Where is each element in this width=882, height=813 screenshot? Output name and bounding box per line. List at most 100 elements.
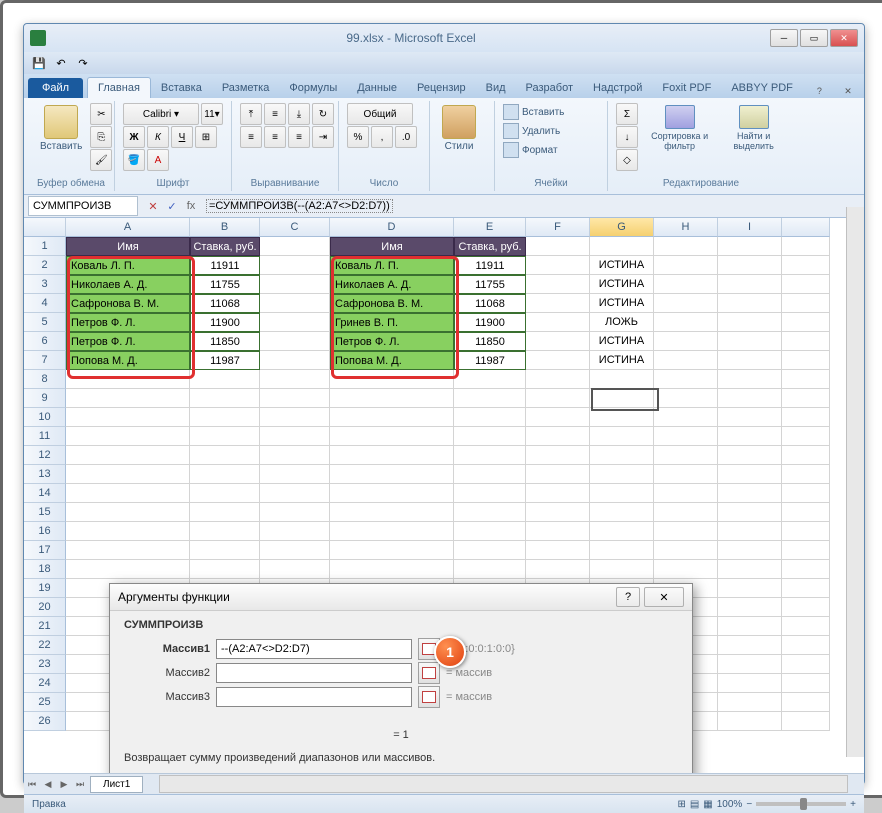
cell[interactable]: [260, 275, 330, 294]
format-painter-icon[interactable]: 🖌: [90, 149, 112, 171]
tab-foxit[interactable]: Foxit PDF: [652, 78, 721, 98]
tab-developer[interactable]: Разработ: [516, 78, 583, 98]
dialog-close-icon[interactable]: ✕: [644, 587, 684, 607]
tab-insert[interactable]: Вставка: [151, 78, 212, 98]
row-header-14[interactable]: 14: [24, 484, 66, 503]
cell[interactable]: [782, 313, 830, 332]
cell[interactable]: [260, 522, 330, 541]
row-header-6[interactable]: 6: [24, 332, 66, 351]
cell-name-right[interactable]: Гринев В. П.: [330, 313, 454, 332]
tab-formulas[interactable]: Формулы: [279, 78, 347, 98]
cell[interactable]: [782, 389, 830, 408]
cell-rate-left[interactable]: 11900: [190, 313, 260, 332]
cell[interactable]: [718, 503, 782, 522]
cell[interactable]: [526, 503, 590, 522]
cancel-formula-icon[interactable]: ✕: [144, 197, 162, 215]
cell[interactable]: [654, 503, 718, 522]
cell[interactable]: [454, 427, 526, 446]
cell[interactable]: [190, 503, 260, 522]
row-header-25[interactable]: 25: [24, 693, 66, 712]
cell[interactable]: [718, 522, 782, 541]
cell[interactable]: [782, 446, 830, 465]
formula-input[interactable]: =СУММПРОИЗВ(--(A2:A7<>D2:D7)): [202, 199, 864, 213]
cell[interactable]: [718, 313, 782, 332]
cell[interactable]: [260, 484, 330, 503]
cell-result[interactable]: ИСТИНА: [590, 351, 654, 370]
cell[interactable]: [782, 655, 830, 674]
font-color-icon[interactable]: A: [147, 149, 169, 171]
cell[interactable]: [66, 465, 190, 484]
cell[interactable]: [454, 389, 526, 408]
cell[interactable]: [718, 294, 782, 313]
cell[interactable]: [654, 332, 718, 351]
cell[interactable]: [526, 256, 590, 275]
cell[interactable]: [782, 237, 830, 256]
cell[interactable]: [526, 446, 590, 465]
cell[interactable]: [590, 484, 654, 503]
cell[interactable]: [66, 370, 190, 389]
cell[interactable]: [782, 579, 830, 598]
view-layout-icon[interactable]: ▤: [690, 799, 699, 810]
row-header-13[interactable]: 13: [24, 465, 66, 484]
align-left-icon[interactable]: ≡: [240, 126, 262, 148]
cell[interactable]: [782, 560, 830, 579]
tab-file[interactable]: Файл: [28, 78, 83, 98]
cell-rate-right[interactable]: 11911: [454, 256, 526, 275]
cell[interactable]: [260, 351, 330, 370]
cell[interactable]: [590, 503, 654, 522]
cell-rate-right[interactable]: 11068: [454, 294, 526, 313]
cell[interactable]: [590, 408, 654, 427]
dialog-help-icon[interactable]: ?: [616, 587, 640, 607]
insert-cells-button[interactable]: Вставить: [503, 103, 564, 121]
row-header-16[interactable]: 16: [24, 522, 66, 541]
row-header-20[interactable]: 20: [24, 598, 66, 617]
cell[interactable]: [66, 484, 190, 503]
cell[interactable]: [330, 427, 454, 446]
row-header-15[interactable]: 15: [24, 503, 66, 522]
cell-result[interactable]: ЛОЖЬ: [590, 313, 654, 332]
row-header-2[interactable]: 2: [24, 256, 66, 275]
zoom-slider[interactable]: [756, 802, 846, 806]
align-top-icon[interactable]: ⤒: [240, 103, 262, 125]
help-icon[interactable]: ?: [811, 84, 827, 98]
cell[interactable]: [526, 370, 590, 389]
sheet-nav-first-icon[interactable]: ⏮: [24, 776, 40, 792]
cell[interactable]: [718, 389, 782, 408]
worksheet[interactable]: ABCDEFGHI1ИмяСтавка, руб.ИмяСтавка, руб.…: [24, 218, 864, 773]
cell[interactable]: [454, 503, 526, 522]
tab-view[interactable]: Вид: [476, 78, 516, 98]
row-header-19[interactable]: 19: [24, 579, 66, 598]
cell[interactable]: [526, 522, 590, 541]
row-header-21[interactable]: 21: [24, 617, 66, 636]
cell[interactable]: [260, 541, 330, 560]
cell-rate-left[interactable]: 11755: [190, 275, 260, 294]
cell-name-right[interactable]: Николаев А. Д.: [330, 275, 454, 294]
cell[interactable]: [526, 294, 590, 313]
cell[interactable]: [590, 237, 654, 256]
row-header-4[interactable]: 4: [24, 294, 66, 313]
cell[interactable]: [718, 617, 782, 636]
sheet-nav-next-icon[interactable]: ▶: [56, 776, 72, 792]
sheet-tab[interactable]: Лист1: [90, 776, 143, 793]
cell[interactable]: [654, 351, 718, 370]
row-header-11[interactable]: 11: [24, 427, 66, 446]
select-all-corner[interactable]: [24, 218, 66, 237]
cell[interactable]: [260, 465, 330, 484]
cell[interactable]: [782, 598, 830, 617]
cell[interactable]: [260, 408, 330, 427]
fill-color-icon[interactable]: 🪣: [123, 149, 145, 171]
cell[interactable]: [718, 427, 782, 446]
sheet-nav-prev-icon[interactable]: ◀: [40, 776, 56, 792]
cell[interactable]: [454, 408, 526, 427]
cell[interactable]: [718, 408, 782, 427]
col-header-G[interactable]: G: [590, 218, 654, 237]
cell-rate-left[interactable]: 11850: [190, 332, 260, 351]
cell[interactable]: [782, 275, 830, 294]
col-header-C[interactable]: C: [260, 218, 330, 237]
cell[interactable]: [718, 332, 782, 351]
cell[interactable]: [526, 408, 590, 427]
italic-icon[interactable]: К: [147, 126, 169, 148]
array1-input[interactable]: [216, 639, 412, 659]
cell[interactable]: [782, 465, 830, 484]
cell[interactable]: [718, 712, 782, 731]
